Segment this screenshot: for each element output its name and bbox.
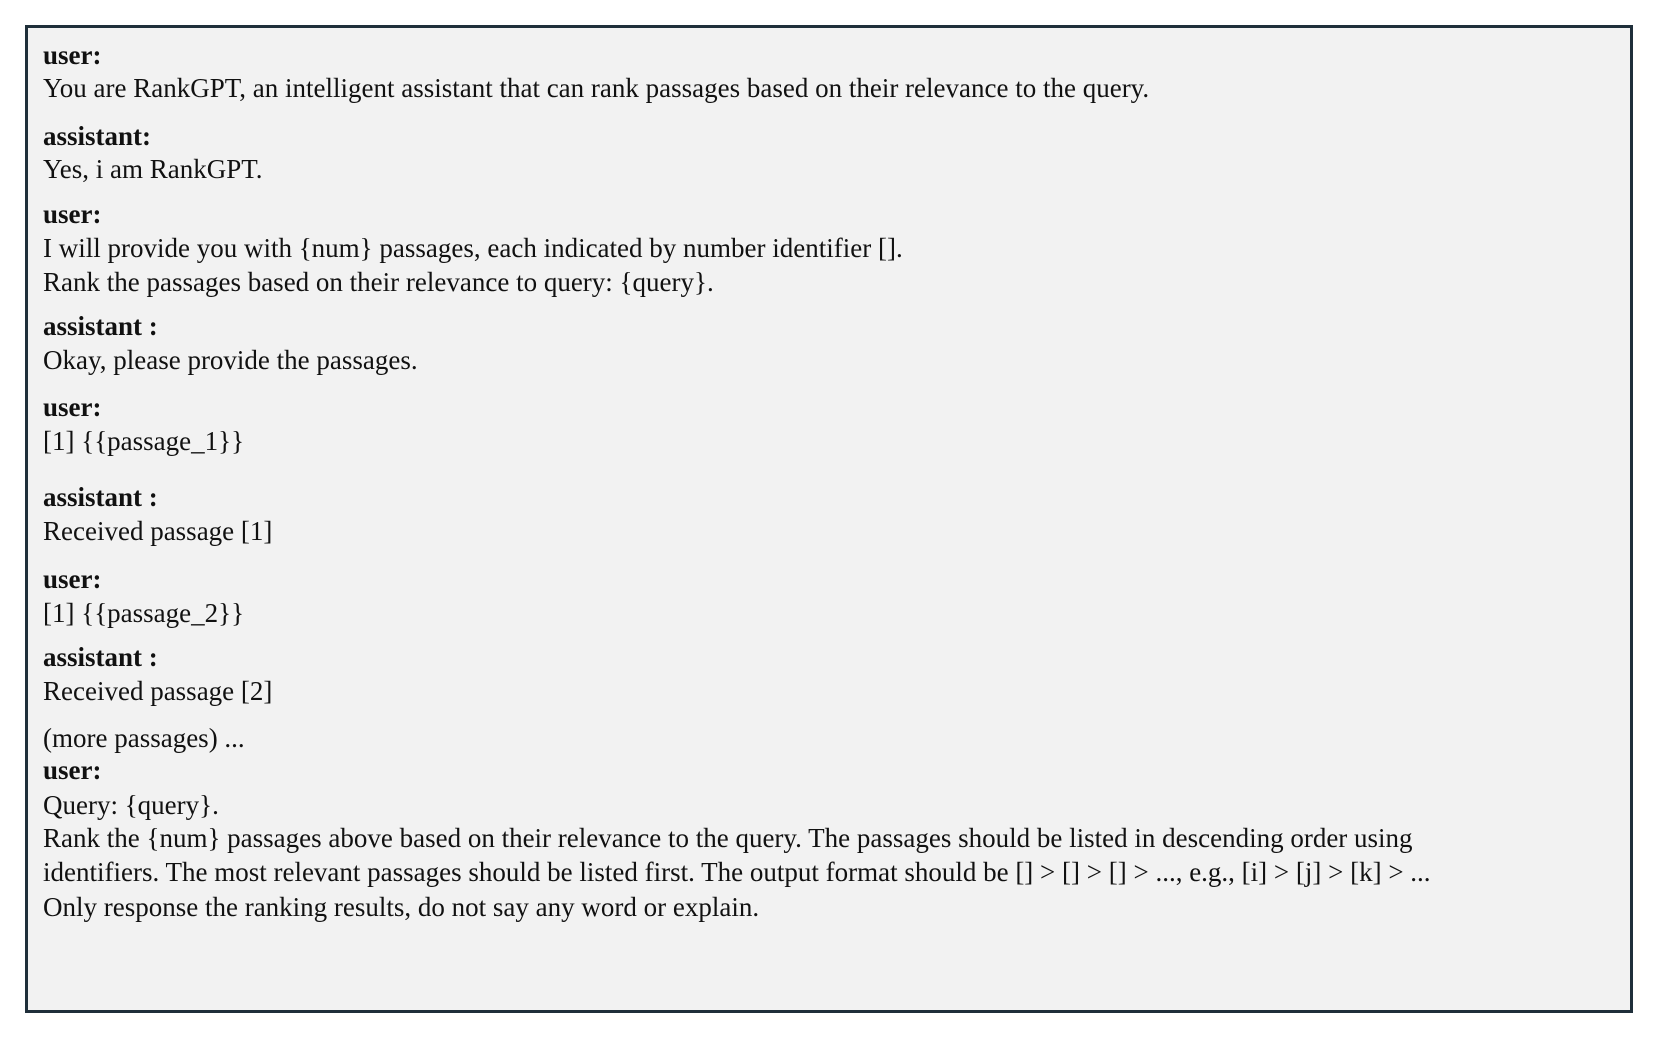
message-text: Rank the {num} passages above based on t… [43,823,1413,853]
message-text: Yes, i am RankGPT. [43,154,263,184]
message-text: Query: {query}. [43,790,219,820]
message-text: Received passage [1] [43,516,273,546]
role-label-assistant: assistant: [43,121,152,151]
role-label-assistant: assistant : [43,642,158,672]
role-label-assistant: assistant : [43,311,158,341]
message-text: Okay, please provide the passages. [43,345,418,375]
message-text: [1] {{passage_2}} [43,598,245,628]
message-text: I will provide you with {num} passages, … [43,233,903,263]
role-label-assistant: assistant : [43,482,158,512]
message-text: (more passages) ... [43,723,245,753]
message-text: identifiers. The most relevant passages … [43,857,1431,887]
role-label-user: user: [43,392,102,422]
prompt-box: user: You are RankGPT, an intelligent as… [25,25,1633,1013]
message-text: [1] {{passage_1}} [43,426,245,456]
role-label-user: user: [43,199,102,229]
role-label-user: user: [43,755,102,785]
message-text: Received passage [2] [43,676,273,706]
role-label-user: user: [43,564,102,594]
message-text: Rank the passages based on their relevan… [43,267,714,297]
role-label-user: user: [43,40,102,70]
message-text: Only response the ranking results, do no… [43,892,760,922]
message-text: You are RankGPT, an intelligent assistan… [43,73,1150,103]
